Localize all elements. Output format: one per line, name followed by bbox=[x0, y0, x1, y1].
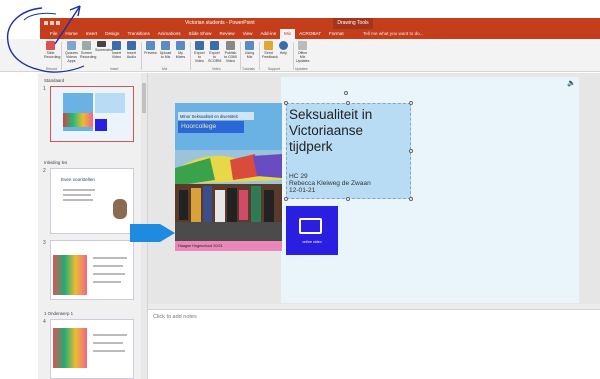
slide-footer[interactable]: Haagse Hogeschool 20/21 bbox=[175, 241, 282, 251]
slide-photo[interactable] bbox=[175, 150, 282, 241]
drawing-tools-context: Drawing Tools bbox=[333, 18, 373, 29]
updates-icon bbox=[298, 41, 307, 50]
ribbon-separator bbox=[141, 42, 142, 70]
section-onderwerp[interactable]: 1 Onderwerp 1 bbox=[44, 311, 73, 316]
title-bar: Victorian students - PowerPoint Drawing … bbox=[40, 18, 600, 29]
tab-review[interactable]: Review bbox=[216, 29, 239, 39]
slide-thumbnail-2[interactable]: Even voorstellen bbox=[50, 168, 134, 234]
resize-handle[interactable] bbox=[346, 197, 350, 201]
scrollbar-thumb[interactable] bbox=[142, 83, 146, 113]
slide-number: 4 bbox=[43, 319, 46, 325]
preview-button[interactable]: Preview bbox=[144, 41, 157, 55]
tab-mix[interactable]: Mix bbox=[280, 29, 296, 39]
export-scorm-icon bbox=[210, 41, 219, 50]
office-mix-updates-button[interactable]: Office Mix Updates bbox=[296, 41, 309, 63]
resize-handle[interactable] bbox=[284, 101, 288, 105]
resize-handle[interactable] bbox=[346, 101, 350, 105]
slide-subtitle[interactable]: HC 29 Rebecca Kleiweg de Zwaan 12-01-21 bbox=[289, 173, 409, 195]
ribbon: Slide Recording Quizzes Videos Apps Scre… bbox=[40, 39, 600, 72]
send-feedback-button[interactable]: Send Feedback bbox=[262, 41, 278, 59]
export-video-icon bbox=[195, 41, 204, 50]
resize-handle[interactable] bbox=[409, 149, 413, 153]
group-support: Support bbox=[268, 67, 280, 71]
tab-add-ins[interactable]: Add-ins bbox=[256, 29, 280, 39]
video-camera-icon bbox=[299, 218, 322, 234]
slide-arrow-shape[interactable] bbox=[130, 222, 175, 244]
export-video-button[interactable]: Export to Video bbox=[193, 41, 206, 63]
resize-handle[interactable] bbox=[409, 197, 413, 201]
help-button[interactable]: Help bbox=[277, 41, 290, 55]
ribbon-separator bbox=[240, 42, 241, 70]
ribbon-separator bbox=[190, 42, 191, 70]
group-tutorials: Tutorials bbox=[242, 67, 255, 71]
slide-title[interactable]: Seksualiteit in Victoriaanse tijdperk bbox=[289, 107, 409, 155]
notes-placeholder[interactable]: Click to add notes bbox=[153, 314, 197, 320]
slide-lecture-label[interactable]: Hoorcollege bbox=[178, 121, 244, 133]
freehand-annotation bbox=[6, 5, 85, 73]
export-scorm-button[interactable]: Export to SCORM bbox=[208, 41, 221, 63]
ribbon-tabs: File Home Insert Design Transitions Anim… bbox=[40, 29, 600, 39]
tell-me-box[interactable]: Tell me what you want to do... bbox=[363, 29, 424, 39]
notes-pane[interactable]: Click to add notes bbox=[148, 309, 600, 379]
tab-transitions[interactable]: Transitions bbox=[123, 29, 153, 39]
publish-icon bbox=[226, 41, 235, 50]
insert-audio-icon bbox=[127, 41, 136, 50]
powerpoint-window: { "window": { "title": "Victorian studen… bbox=[0, 0, 600, 379]
upload-to-mix-button[interactable]: Upload to Mix bbox=[159, 41, 172, 59]
tab-slide-show[interactable]: Slide Show bbox=[185, 29, 216, 39]
resize-handle[interactable] bbox=[284, 197, 288, 201]
slide-number: 2 bbox=[43, 168, 46, 174]
online-video-tile[interactable]: online video bbox=[286, 206, 338, 255]
group-video: Video bbox=[212, 67, 221, 71]
section-inleiding[interactable]: Inleiding les bbox=[44, 160, 67, 165]
group-mix: Mix bbox=[162, 67, 168, 71]
feedback-icon bbox=[264, 41, 273, 50]
using-mix-button[interactable]: Using Mix bbox=[243, 41, 256, 59]
using-mix-icon bbox=[245, 41, 254, 50]
ribbon-separator bbox=[293, 42, 294, 70]
preview-icon bbox=[146, 41, 155, 50]
audio-icon[interactable]: 🔈 bbox=[567, 79, 576, 87]
my-mixes-button[interactable]: My Mixes bbox=[174, 41, 187, 59]
tab-acrobat[interactable]: ACROBAT bbox=[295, 29, 325, 39]
tab-format[interactable]: Format bbox=[325, 29, 348, 39]
insert-audio-button[interactable]: Insert Audio bbox=[125, 41, 138, 59]
resize-handle[interactable] bbox=[409, 101, 413, 105]
publish-o365-button[interactable]: Publish to O365 Video bbox=[224, 41, 237, 63]
slide-number: 3 bbox=[43, 240, 46, 246]
tab-animations[interactable]: Animations bbox=[154, 29, 185, 39]
slide-thumbnail-3[interactable] bbox=[50, 240, 134, 300]
my-mixes-icon bbox=[176, 41, 185, 50]
slide-kicker[interactable]: Minor Seksualiteit en diversiteit bbox=[178, 112, 254, 120]
window-title: Victorian students - PowerPoint bbox=[185, 20, 255, 26]
help-icon bbox=[279, 41, 288, 50]
group-updates: Updates bbox=[295, 67, 308, 71]
upload-icon bbox=[161, 41, 170, 50]
slide-thumbnail-4[interactable] bbox=[50, 319, 134, 379]
ribbon-separator bbox=[259, 42, 260, 70]
rotate-handle[interactable] bbox=[344, 91, 348, 95]
tab-view[interactable]: View bbox=[239, 29, 257, 39]
